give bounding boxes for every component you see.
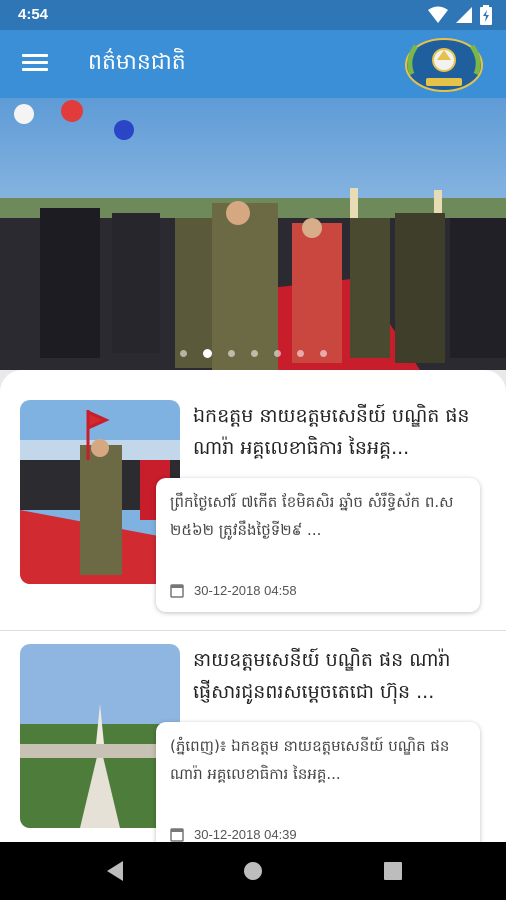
news-summary-card[interactable]: (ភ្នំពេញ)៖ ឯកឧត្តម នាយឧត្តមសេនីយ៍ បណ្ឌិត…	[156, 722, 480, 842]
menu-icon[interactable]	[18, 50, 52, 78]
carousel-dot[interactable]	[227, 350, 235, 357]
carousel-dot[interactable]	[202, 349, 212, 358]
news-date-row: 30-12-2018 04:39	[170, 827, 297, 842]
carousel-dot[interactable]	[319, 350, 327, 357]
news-date: 30-12-2018 04:58	[194, 583, 297, 598]
wifi-icon	[428, 6, 448, 23]
news-summary-card[interactable]: ព្រឹកថ្ងៃសៅរ៍ ៧កើត ខែមិគសិរ ឆ្នាំច សំរឹទ…	[156, 478, 480, 612]
news-feed: ឯកឧត្តម នាយឧត្តមសេនីយ៍ បណ្ឌិត ផន ណារ៉ា អ…	[0, 370, 506, 842]
news-headline[interactable]: ឯកឧត្តម នាយឧត្តមសេនីយ៍ បណ្ឌិត ផន ណារ៉ា អ…	[193, 400, 483, 464]
news-summary: ព្រឹកថ្ងៃសៅរ៍ ៧កើត ខែមិគសិរ ឆ្នាំច សំរឹទ…	[170, 493, 454, 539]
navigation-bar	[0, 842, 506, 900]
battery-icon	[480, 5, 492, 25]
news-date: 30-12-2018 04:39	[194, 827, 297, 842]
carousel-dot[interactable]	[273, 350, 281, 357]
news-item[interactable]: ឯកឧត្តម នាយឧត្តមសេនីយ៍ បណ្ឌិត ផន ណារ៉ា អ…	[0, 370, 506, 630]
carousel-indicator[interactable]	[0, 349, 506, 358]
signal-icon	[456, 7, 472, 23]
carousel-dot[interactable]	[250, 350, 258, 357]
back-icon[interactable]	[100, 856, 130, 886]
status-time: 4:54	[18, 6, 49, 23]
news-item[interactable]: នាយឧត្តមសេនីយ៍ បណ្ឌិត ផន ណារ៉ា ផ្ញើសារជូ…	[0, 631, 506, 842]
news-summary: (ភ្នំពេញ)៖ ឯកឧត្តម នាយឧត្តមសេនីយ៍ បណ្ឌិត…	[170, 737, 450, 783]
app-bar: ពត៌មានជាតិ	[0, 30, 506, 98]
carousel-photo	[0, 98, 506, 370]
news-date-row: 30-12-2018 04:58	[170, 583, 297, 598]
calendar-icon	[170, 584, 184, 598]
carousel-dot[interactable]	[179, 350, 187, 357]
carousel-dot[interactable]	[296, 350, 304, 357]
calendar-icon	[170, 828, 184, 842]
news-headline[interactable]: នាយឧត្តមសេនីយ៍ បណ្ឌិត ផន ណារ៉ា ផ្ញើសារជូ…	[193, 644, 483, 708]
emblem-logo	[405, 38, 483, 92]
status-bar: 4:54	[0, 0, 506, 30]
recents-icon[interactable]	[378, 856, 408, 886]
carousel-banner[interactable]	[0, 98, 506, 370]
home-icon[interactable]	[238, 856, 268, 886]
page-title: ពត៌មានជាតិ	[88, 50, 186, 75]
status-icons	[428, 5, 492, 25]
